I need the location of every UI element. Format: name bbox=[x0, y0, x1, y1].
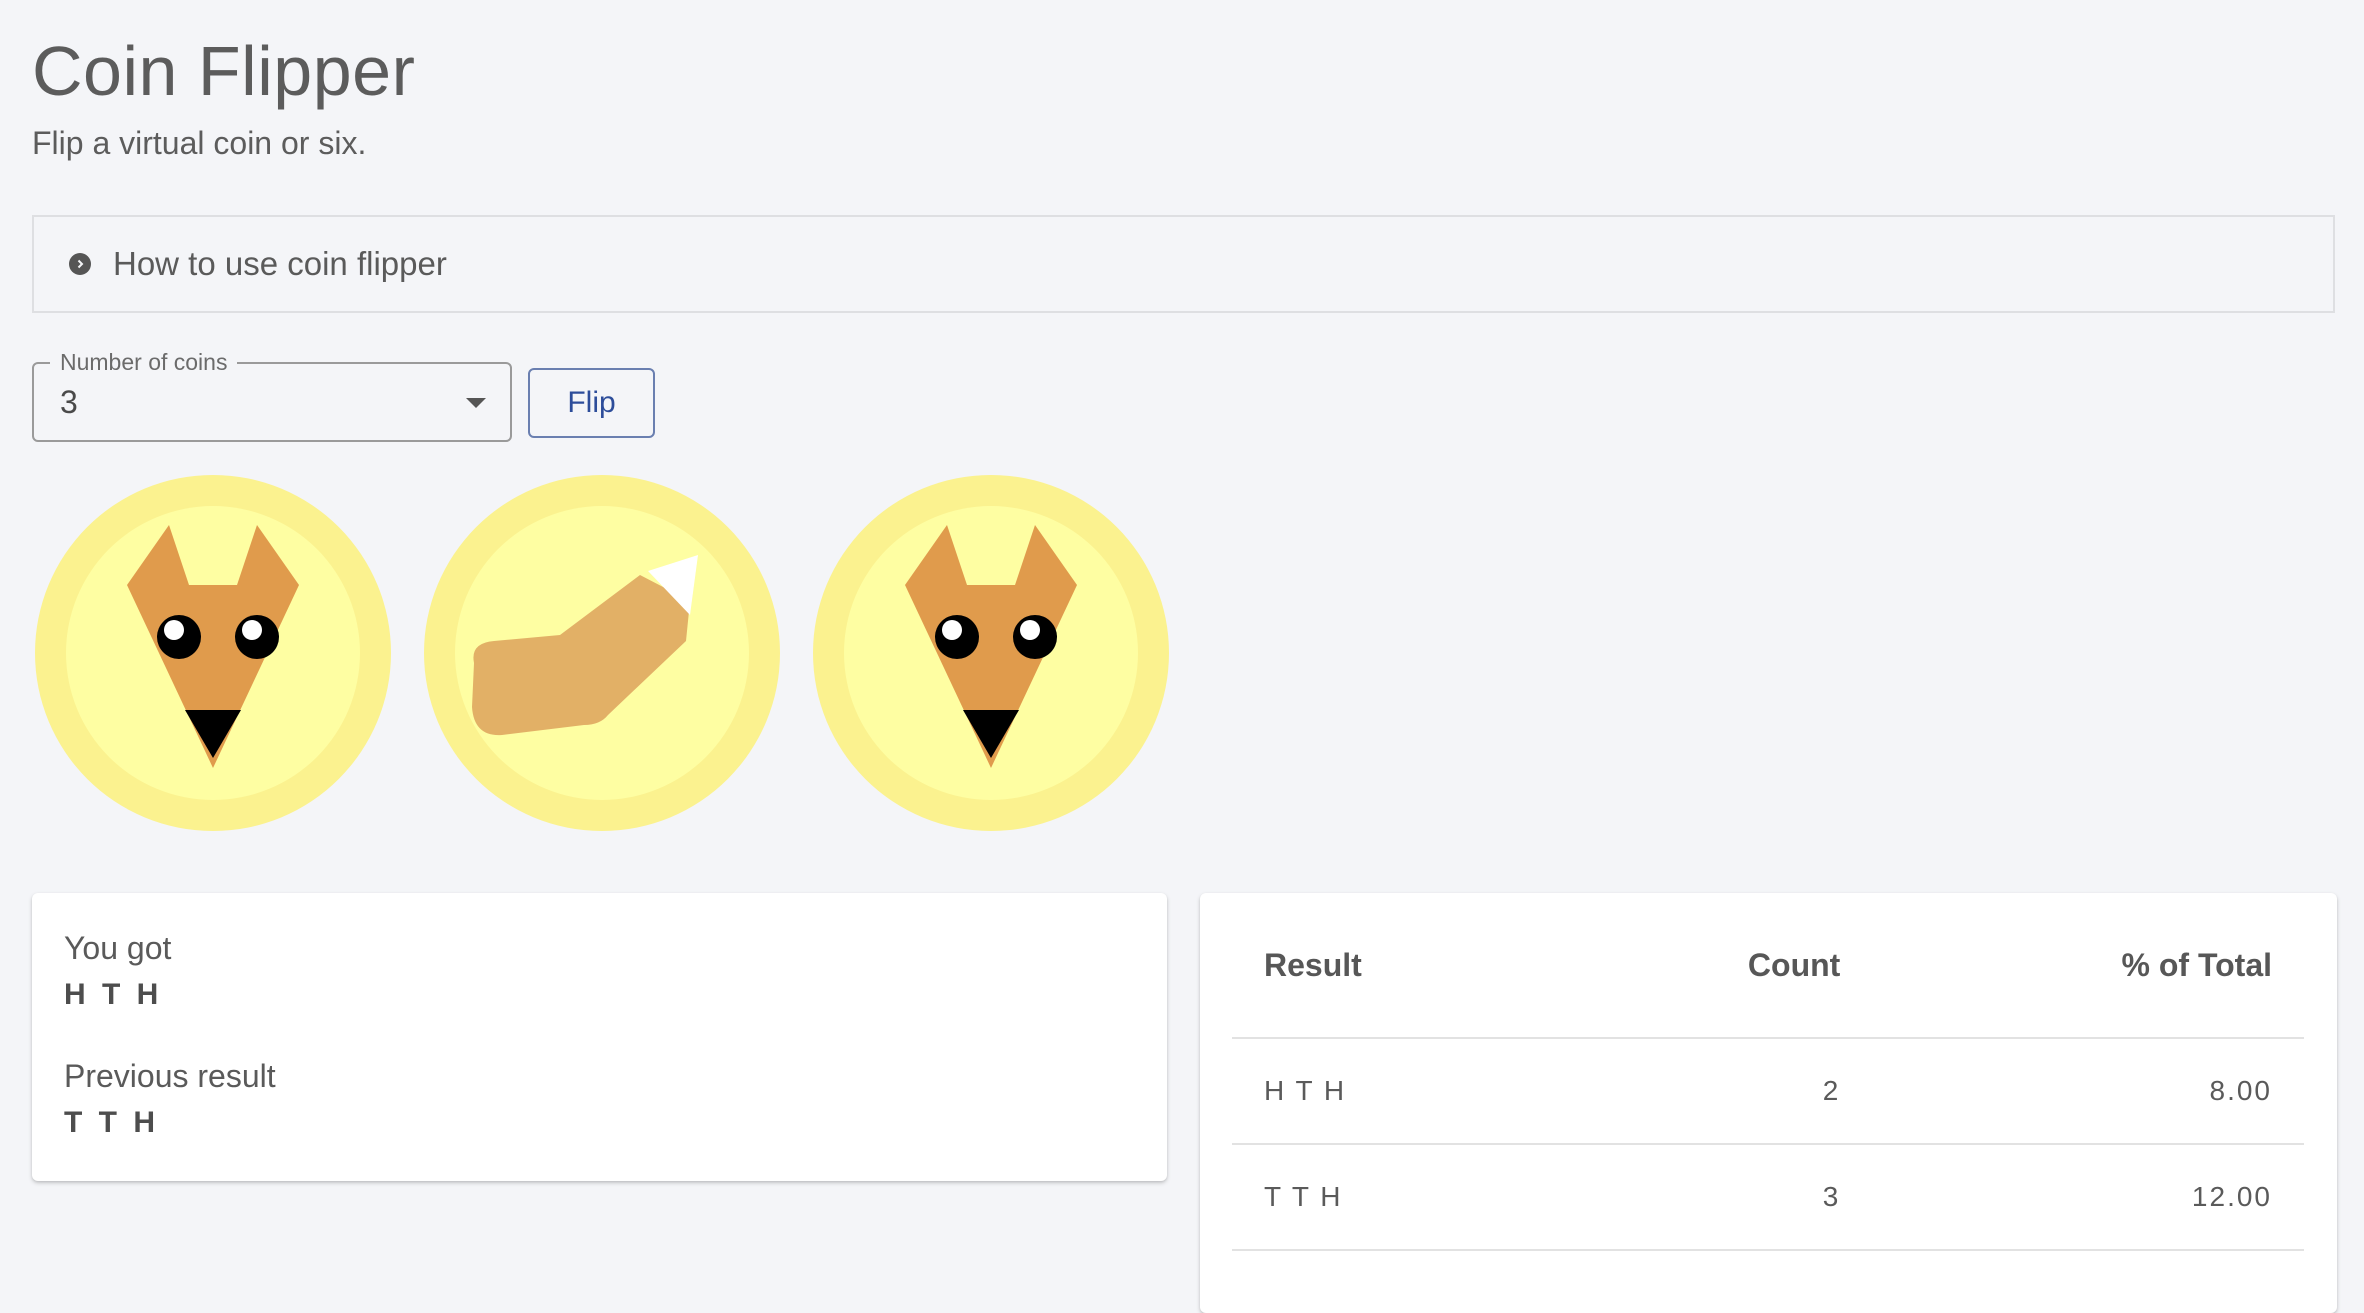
current-result-value: H T H bbox=[64, 978, 163, 1011]
page-title: Coin Flipper bbox=[32, 32, 416, 110]
number-of-coins-label: Number of coins bbox=[50, 349, 238, 376]
fox-face-icon bbox=[127, 525, 299, 768]
coin-2 bbox=[424, 475, 780, 831]
results-table-card: Result Count % of Total H T H 2 8.00 T T… bbox=[1200, 893, 2337, 1313]
page-subtitle: Flip a virtual coin or six. bbox=[32, 125, 367, 161]
number-of-coins-select[interactable]: Number of coins 3 bbox=[32, 349, 512, 442]
chevron-right-circle-icon bbox=[69, 253, 91, 275]
fox-tail-icon bbox=[472, 555, 698, 736]
coin-3 bbox=[813, 475, 1169, 831]
row-percent: 12.00 bbox=[1872, 1144, 2304, 1251]
row-result: T T H bbox=[1232, 1144, 1558, 1251]
fox-face-icon bbox=[905, 525, 1077, 768]
table-header-row: Result Count % of Total bbox=[1232, 893, 2304, 1039]
flip-button[interactable]: Flip bbox=[528, 368, 655, 438]
chevron-down-icon bbox=[466, 398, 486, 408]
row-count: 3 bbox=[1557, 1144, 1873, 1251]
percent-column-header: % of Total bbox=[1872, 893, 2304, 1039]
accordion-label: How to use coin flipper bbox=[113, 245, 447, 282]
previous-result-label: Previous result bbox=[64, 1058, 276, 1094]
results-table: Result Count % of Total H T H 2 8.00 T T… bbox=[1232, 893, 2304, 1251]
table-row: T T H 3 12.00 bbox=[1232, 1144, 2304, 1251]
current-result-label: You got bbox=[64, 930, 172, 966]
how-to-use-accordion[interactable]: How to use coin flipper bbox=[32, 215, 2335, 313]
table-row: H T H 2 8.00 bbox=[1232, 1038, 2304, 1145]
row-count: 2 bbox=[1557, 1038, 1873, 1145]
row-percent: 8.00 bbox=[1872, 1038, 2304, 1145]
coin-1 bbox=[35, 475, 391, 831]
previous-result-value: T T H bbox=[64, 1106, 159, 1139]
result-column-header: Result bbox=[1232, 893, 1558, 1039]
coin-flipper-page: Coin Flipper Flip a virtual coin or six.… bbox=[32, 0, 2337, 1313]
number-of-coins-value: 3 bbox=[60, 384, 78, 420]
row-result: H T H bbox=[1232, 1038, 1558, 1145]
result-card: You got H T H Previous result T T H bbox=[32, 893, 1167, 1181]
count-column-header: Count bbox=[1557, 893, 1873, 1039]
